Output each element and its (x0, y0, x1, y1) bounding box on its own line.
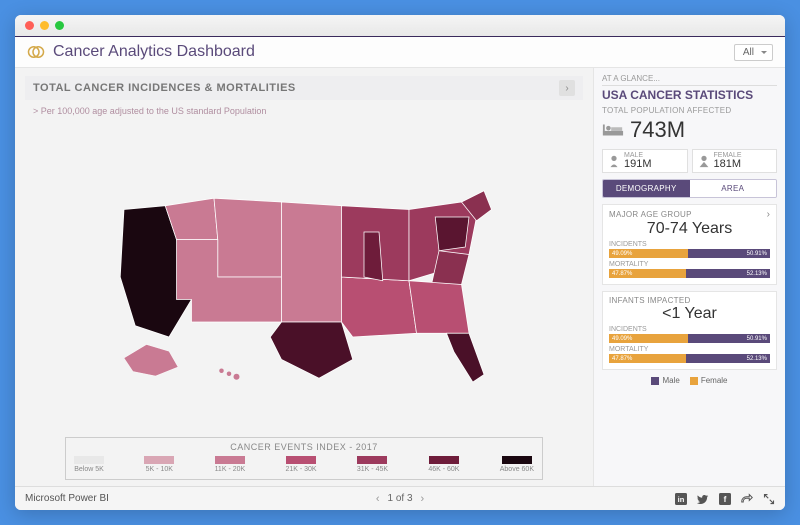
male-value: 191M (624, 159, 652, 170)
inf-mortality-label: MORTALITY (609, 346, 770, 353)
chevron-right-icon: › (767, 209, 770, 220)
legend-title: CANCER EVENTS INDEX - 2017 (74, 442, 534, 452)
section-title: TOTAL CANCER INCIDENCES & MORTALITIES (33, 82, 559, 94)
filter-value: All (743, 47, 754, 58)
footer-bar: Microsoft Power BI ‹ 1 of 3 › in f (15, 486, 785, 510)
male-card: MALE191M (602, 149, 688, 173)
legend-item: 5K - 10K (144, 456, 174, 473)
legend-item: 31K - 45K (357, 456, 388, 473)
facebook-icon[interactable]: f (719, 493, 731, 505)
page-title: Cancer Analytics Dashboard (53, 43, 734, 61)
section-subtitle: > Per 100,000 age adjusted to the US sta… (25, 100, 583, 118)
us-map-svg (94, 157, 514, 397)
legend-item: 11K - 20K (215, 456, 246, 473)
card-major-age[interactable]: MAJOR AGE GROUP › 70-74 Years INCIDENTS … (602, 204, 777, 285)
map-legend: CANCER EVENTS INDEX - 2017 Below 5K 5K - … (65, 437, 543, 480)
inf-mortality-bar: 47.87% 52.13% (609, 354, 770, 363)
minimize-icon[interactable] (40, 21, 49, 30)
age-mort-female: 52.13% (686, 269, 770, 278)
inf-mort-female: 52.13% (686, 354, 770, 363)
legend-item: 46K - 60K (428, 456, 459, 473)
card-age-title: MAJOR AGE GROUP (609, 210, 767, 219)
total-pop-value: 743M (630, 117, 685, 143)
gender-legend: Male Female (602, 376, 777, 385)
next-page-button[interactable]: › (421, 493, 425, 505)
filter-dropdown[interactable]: All (734, 44, 773, 61)
page-navigator: ‹ 1 of 3 › (376, 493, 424, 505)
prev-page-button[interactable]: ‹ (376, 493, 380, 505)
logo-icon (27, 43, 45, 61)
female-card: FEMALE181M (692, 149, 778, 173)
inf-mort-male: 47.87% (609, 354, 686, 363)
card-inf-title: INFANTS IMPACTED (609, 296, 770, 305)
age-mortality-bar: 47.87% 52.13% (609, 269, 770, 278)
card-age-value: 70-74 Years (609, 220, 770, 238)
age-incidents-bar: 49.09% 50.91% (609, 249, 770, 258)
glance-title: USA CANCER STATISTICS (602, 85, 777, 102)
maximize-icon[interactable] (55, 21, 64, 30)
inf-inc-female: 50.91% (688, 334, 770, 343)
us-map-chart[interactable] (25, 118, 583, 435)
fullscreen-icon[interactable] (763, 493, 775, 505)
window-titlebar (15, 15, 785, 37)
legend-female: Female (690, 376, 728, 385)
app-window: Cancer Analytics Dashboard All TOTAL CAN… (15, 15, 785, 510)
age-inc-male: 49.09% (609, 249, 688, 258)
age-incidents-label: INCIDENTS (609, 241, 770, 248)
footer-brand: Microsoft Power BI (25, 493, 675, 504)
age-mort-male: 47.87% (609, 269, 686, 278)
female-icon (697, 154, 711, 168)
legend-item: Below 5K (74, 456, 104, 473)
legend-male: Male (651, 376, 679, 385)
page-indicator: 1 of 3 (387, 493, 412, 504)
card-inf-value: <1 Year (609, 305, 770, 323)
linkedin-icon[interactable]: in (675, 493, 687, 505)
tab-area[interactable]: AREA (690, 180, 777, 197)
legend-item: 21K - 30K (285, 456, 316, 473)
dashboard-body: TOTAL CANCER INCIDENCES & MORTALITIES › … (15, 68, 785, 486)
tab-demography[interactable]: DEMOGRAPHY (603, 180, 690, 197)
share-icon[interactable] (741, 493, 753, 505)
sidebar-tabs: DEMOGRAPHY AREA (602, 179, 777, 198)
inf-inc-male: 49.09% (609, 334, 688, 343)
section-expand-button[interactable]: › (559, 80, 575, 96)
sidebar-panel: AT A GLANCE... USA CANCER STATISTICS TOT… (593, 68, 785, 486)
hospital-bed-icon (602, 121, 624, 139)
total-pop-label: TOTAL POPULATION AFFECTED (602, 106, 777, 115)
close-icon[interactable] (25, 21, 34, 30)
svg-text:f: f (724, 495, 727, 504)
svg-text:in: in (678, 495, 685, 504)
glance-prefix: AT A GLANCE... (602, 74, 777, 83)
section-header: TOTAL CANCER INCIDENCES & MORTALITIES › (25, 76, 583, 100)
female-value: 181M (714, 159, 742, 170)
twitter-icon[interactable] (697, 493, 709, 505)
inf-incidents-bar: 49.09% 50.91% (609, 334, 770, 343)
main-panel: TOTAL CANCER INCIDENCES & MORTALITIES › … (15, 68, 593, 486)
legend-item: Above 60K (500, 456, 534, 473)
age-inc-female: 50.91% (688, 249, 770, 258)
dashboard-header: Cancer Analytics Dashboard All (15, 37, 785, 68)
card-infants[interactable]: INFANTS IMPACTED <1 Year INCIDENTS 49.09… (602, 291, 777, 370)
male-icon (607, 154, 621, 168)
age-mortality-label: MORTALITY (609, 261, 770, 268)
inf-incidents-label: INCIDENTS (609, 326, 770, 333)
